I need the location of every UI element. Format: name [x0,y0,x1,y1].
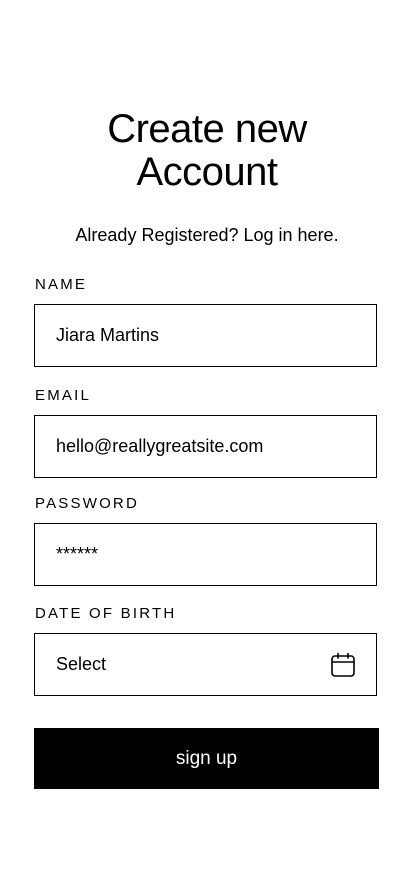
dob-value: Select [56,654,107,674]
password-label: PASSWORD [35,495,139,512]
login-link[interactable]: Already Registered? Log in here. [0,224,414,246]
email-field[interactable]: hello@reallygreatsite.com [34,415,377,478]
email-label: EMAIL [35,387,92,404]
page-title: Create new Account [0,108,414,194]
email-value: hello@reallygreatsite.com [56,436,264,456]
title-line-2: Account [136,150,278,194]
sign-up-button[interactable]: sign up [34,728,379,789]
dob-select[interactable]: Select [34,633,377,696]
name-field[interactable]: Jiara Martins [34,304,377,367]
title-line-1: Create new [107,107,307,151]
calendar-icon[interactable] [330,652,356,678]
password-field[interactable]: ****** [34,523,377,586]
password-value: ****** [56,544,99,564]
signup-screen: Create new Account Already Registered? L… [0,0,414,896]
name-value: Jiara Martins [56,325,160,345]
dob-label: DATE OF BIRTH [35,605,177,622]
name-label: NAME [35,276,88,293]
